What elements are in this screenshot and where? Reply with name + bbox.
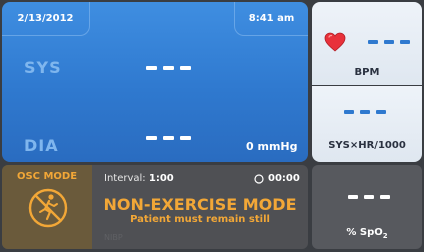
timer-display: 00:00 [254,173,300,184]
date-display: 2/13/2012 [2,2,90,36]
heart-rate-value [368,40,410,44]
dia-dashes [146,136,191,140]
rate-pressure-dashes [344,110,386,114]
time-text: 8:41 am [248,13,295,24]
hr-dash [368,40,378,44]
sys-value [146,66,191,70]
bpm-label: BPM [354,67,380,78]
dia-dash [180,136,191,140]
faint-label: NIBP [104,233,123,242]
rpp-dash [360,110,370,114]
sys-dashes [146,66,191,70]
sys-label: SYS [24,58,62,77]
dia-dash [146,136,157,140]
dia-value [146,136,191,140]
time-display: 8:41 am [234,2,308,36]
osc-mode-label: OSC MODE [16,171,78,182]
rate-pressure-label: SYS×HR/1000 [328,140,406,151]
hr-dash [384,40,394,44]
sys-dash [180,66,191,70]
mode-title: NON-EXERCISE MODE [103,195,297,214]
spo2-panel: % SpO2 [312,165,422,249]
spo2-dash [380,195,390,199]
rate-pressure-value [344,110,386,114]
timer-value: 00:00 [268,173,300,184]
blood-pressure-panel: 2/13/2012 8:41 am SYS DIA 0 mmHg [2,2,308,162]
sys-dash [146,66,157,70]
spo2-dash [364,195,374,199]
spo2-dash [348,195,358,199]
date-text: 2/13/2012 [17,13,74,24]
spo2-dashes [348,195,390,199]
rpp-dash [344,110,354,114]
interval-label: Interval: [104,173,146,184]
hr-dash [400,40,410,44]
timer-icon [254,173,264,184]
no-exercise-icon [27,187,69,233]
sys-dash [163,66,174,70]
heart-rate-panel: BPM [312,2,422,85]
interval-display: Interval: 1:00 [104,173,174,184]
heart-rate-dashes [368,40,410,44]
spo2-label: % SpO2 [346,227,388,240]
rpp-dash [376,110,386,114]
osc-mode-button[interactable]: OSC MODE [2,165,92,249]
spo2-value [348,195,390,199]
mode-subtitle: Patient must remain still [130,214,270,225]
osc-mode-panel: OSC MODE Interval: 1:00 00:00 NON-EXERCI… [2,165,308,249]
rate-pressure-product-panel: SYS×HR/1000 [312,86,422,162]
heart-icon [324,32,346,56]
interval-value: 1:00 [148,173,174,184]
dia-dash [163,136,174,140]
dia-label: DIA [24,136,59,155]
map-value: 0 mmHg [246,140,298,153]
